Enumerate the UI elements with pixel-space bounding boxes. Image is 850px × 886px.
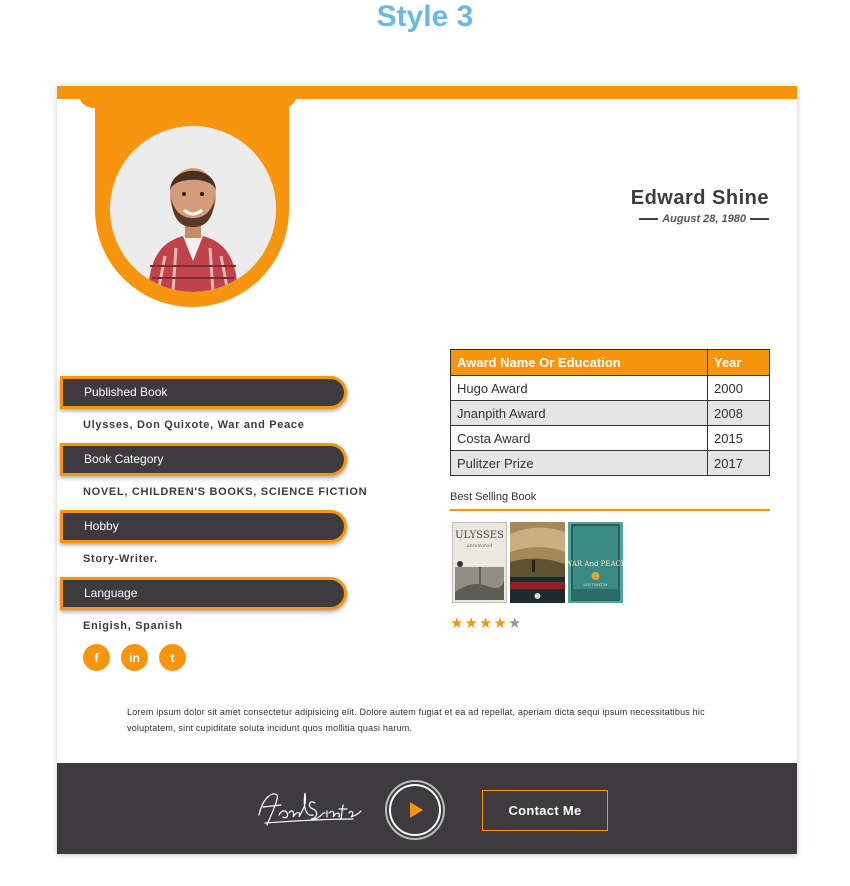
divider	[450, 509, 770, 511]
star-icon: ★	[493, 615, 507, 632]
star-icon: ★	[507, 615, 522, 632]
award-year: 2008	[707, 400, 770, 426]
award-year: 2017	[707, 450, 770, 476]
play-button-ring	[389, 784, 441, 836]
facebook-icon[interactable]: f	[83, 644, 110, 671]
table-row: Jnanpith Award 2008	[450, 400, 770, 426]
star-icon: ★	[478, 615, 493, 632]
label-published-book: Published Book	[60, 376, 347, 409]
book-title: ULYSSES	[455, 530, 504, 541]
twitter-icon[interactable]: t	[159, 644, 186, 671]
star-icon: ★	[464, 615, 478, 632]
table-header-row: Award Name Or Education Year	[450, 349, 770, 376]
awards-table: Award Name Or Education Year Hugo Award …	[450, 349, 770, 476]
column-header-award: Award Name Or Education	[450, 349, 708, 376]
language-value: Enigish, Spanish	[83, 620, 183, 632]
birth-date: August 28, 1980	[639, 213, 769, 225]
table-row: Hugo Award 2000	[450, 375, 770, 401]
page-title: Style 3	[376, 0, 474, 33]
social-links: f in t	[83, 644, 186, 671]
award-name: Jnanpith Award	[450, 400, 708, 426]
award-name: Hugo Award	[450, 375, 708, 401]
divider	[750, 218, 769, 220]
award-name: Pulitzer Prize	[450, 450, 708, 476]
footer-bar: Contact Me	[57, 763, 797, 854]
label-book-category: Book Category	[60, 443, 347, 476]
hobby-value: Story-Writer.	[83, 553, 158, 565]
birth-date-text: August 28, 1980	[662, 213, 746, 225]
label-hobby: Hobby	[60, 510, 347, 543]
column-header-year: Year	[707, 349, 770, 376]
award-year: 2015	[707, 425, 770, 451]
profile-card: Edward Shine August 28, 1980 Published B…	[57, 86, 797, 854]
avatar	[110, 126, 276, 292]
book-subtitle: annotated	[467, 543, 493, 549]
book-cover-war-and-peace[interactable]: WAR And PEACE LEO TOLSTOY	[565, 522, 626, 603]
contact-me-button[interactable]: Contact Me	[482, 790, 608, 831]
signature-frank-sinatra	[253, 785, 363, 836]
divider	[639, 218, 659, 220]
book-cover-2[interactable]	[510, 522, 565, 603]
label-language: Language	[60, 577, 347, 610]
table-row: Pulitzer Prize 2017	[450, 450, 770, 476]
book-title: WAR And PEACE	[568, 560, 623, 568]
rating-stars: ★ ★ ★ ★ ★	[450, 616, 521, 632]
star-icon: ★	[450, 615, 464, 632]
published-book-value: Ulysses, Don Quixote, War and Peace	[83, 419, 305, 431]
best-selling-title: Best Selling Book	[450, 491, 537, 503]
linkedin-icon[interactable]: in	[121, 644, 148, 671]
award-year: 2000	[707, 375, 770, 401]
author-name: Edward Shine	[630, 187, 769, 209]
play-button[interactable]	[385, 780, 445, 840]
table-row: Costa Award 2015	[450, 425, 770, 451]
bio-text: Lorem ipsum dolor sit amet consectetur a…	[127, 707, 705, 733]
play-icon	[410, 802, 423, 818]
award-name: Costa Award	[450, 425, 708, 451]
book-cover-ulysses[interactable]: ULYSSES annotated	[451, 521, 508, 604]
book-author: LEO TOLSTOY	[584, 583, 609, 587]
book-category-value: NOVEL, CHILDREN'S BOOKS, SCIENCE FICTION	[83, 486, 368, 498]
